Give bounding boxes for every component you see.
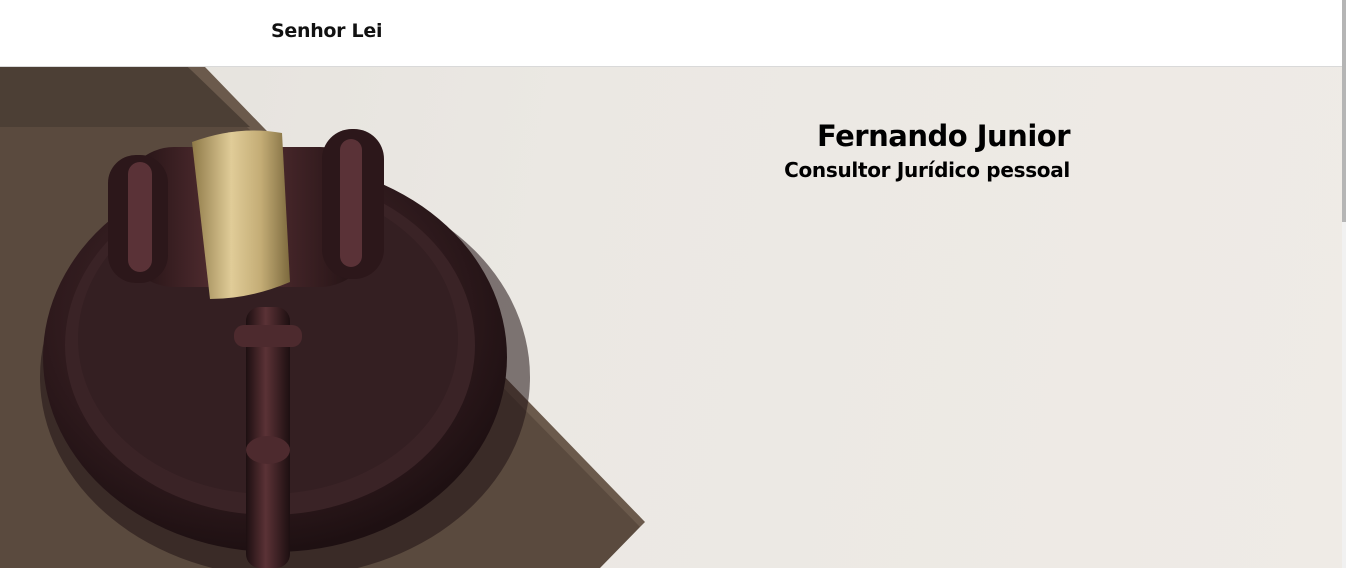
scrollbar-thumb[interactable] (1342, 0, 1346, 222)
brand-link[interactable]: Senhor Lei (271, 20, 382, 42)
vertical-scrollbar[interactable] (1342, 0, 1346, 568)
hero-section: Fernando Junior Consultor Jurídico pesso… (0, 67, 1342, 568)
navbar: Senhor Lei (0, 0, 1342, 67)
hero-title: Fernando Junior (817, 119, 1071, 153)
gavel-icon (0, 67, 645, 568)
hero-subtitle: Consultor Jurídico pessoal (784, 158, 1070, 182)
